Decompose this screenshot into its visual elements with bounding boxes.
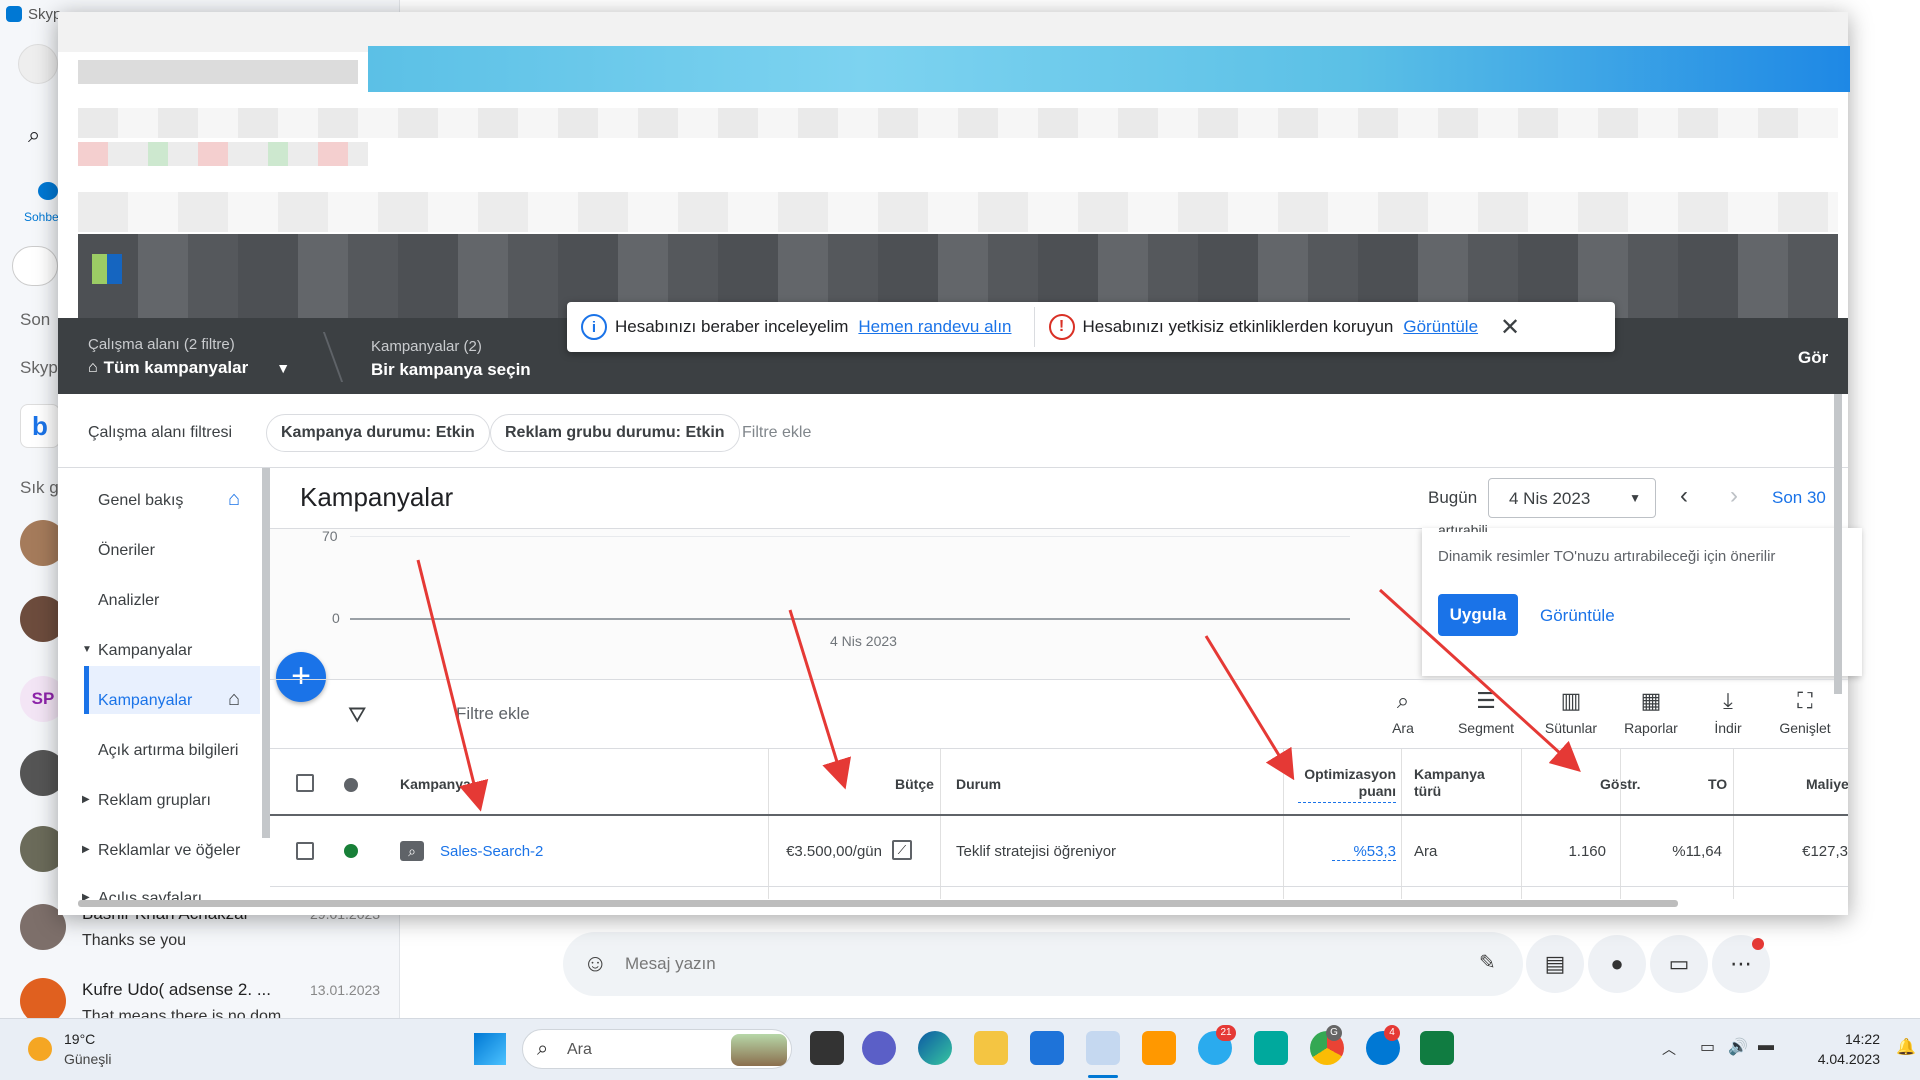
chrome-badge: G bbox=[1326, 1025, 1342, 1041]
edge-icon[interactable] bbox=[918, 1031, 952, 1065]
chat-app-icon[interactable] bbox=[862, 1031, 896, 1065]
sublime-icon[interactable] bbox=[1142, 1031, 1176, 1065]
remote-desktop-icon[interactable] bbox=[1086, 1031, 1120, 1065]
windows-start-icon[interactable] bbox=[474, 1033, 506, 1065]
store-icon[interactable] bbox=[1030, 1031, 1064, 1065]
annotation-arrow bbox=[1204, 635, 1295, 781]
annotation-arrows bbox=[416, 559, 1581, 812]
annotation-arrow bbox=[788, 609, 852, 790]
weather-temp[interactable]: 19°C bbox=[64, 1031, 95, 1047]
volume-icon[interactable]: 🔊 bbox=[1728, 1037, 1748, 1057]
file-explorer-icon[interactable] bbox=[974, 1031, 1008, 1065]
app-icon[interactable] bbox=[1254, 1031, 1288, 1065]
excel-icon[interactable] bbox=[1420, 1031, 1454, 1065]
notification-bell-icon[interactable]: 🔔 bbox=[1896, 1037, 1916, 1057]
annotation-arrow bbox=[416, 559, 489, 812]
clock-date[interactable]: 4.04.2023 bbox=[1800, 1051, 1880, 1067]
search-icon: ⌕ bbox=[537, 1038, 549, 1060]
sun-icon[interactable] bbox=[28, 1037, 52, 1061]
active-app-indicator bbox=[1088, 1075, 1118, 1078]
annotation-arrow bbox=[1378, 588, 1581, 773]
telegram-badge: 21 bbox=[1216, 1025, 1236, 1041]
search-highlight-image bbox=[731, 1034, 787, 1066]
chevron-up-icon[interactable]: ︿ bbox=[1662, 1039, 1676, 1059]
skype-badge: 4 bbox=[1384, 1025, 1400, 1041]
windows-taskbar: 19°C Güneşli ⌕ Ara 21 G 4 ︿ ▭ 🔊 ▬ 14:22 … bbox=[0, 1018, 1920, 1080]
network-icon[interactable]: ▭ bbox=[1700, 1037, 1715, 1057]
battery-icon[interactable]: ▬ bbox=[1758, 1037, 1774, 1055]
taskbar-search-placeholder: Ara bbox=[567, 1041, 592, 1058]
taskbar-search[interactable]: ⌕ Ara bbox=[522, 1029, 792, 1069]
task-view-icon[interactable] bbox=[810, 1031, 844, 1065]
clock-time[interactable]: 14:22 bbox=[1810, 1031, 1880, 1047]
weather-desc[interactable]: Güneşli bbox=[64, 1051, 111, 1067]
